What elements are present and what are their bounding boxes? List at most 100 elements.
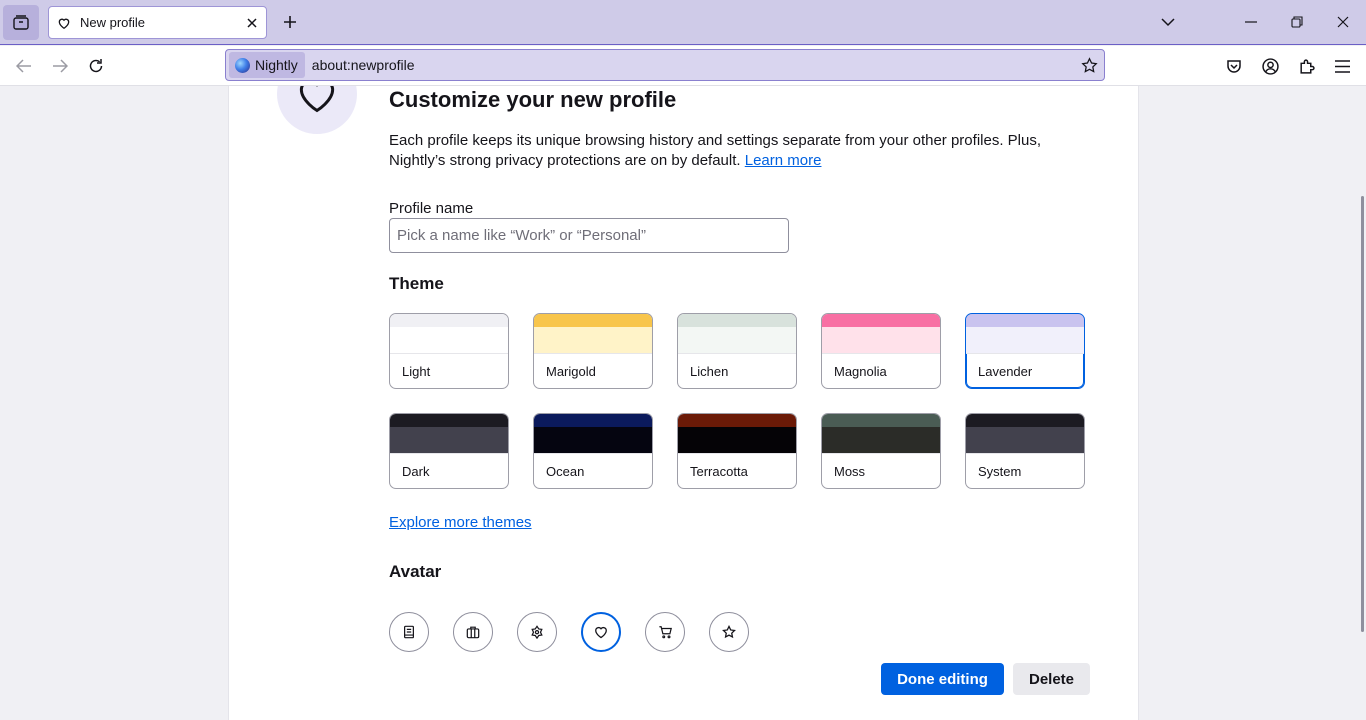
tab-title: New profile <box>80 15 146 30</box>
theme-option-lavender[interactable]: Lavender <box>965 313 1085 389</box>
page-title: Customize your new profile <box>389 87 677 112</box>
new-tab-button[interactable] <box>278 9 302 35</box>
theme-swatch-toolbar <box>678 314 796 327</box>
tab-strip: New profile <box>0 0 1366 45</box>
theme-swatch-toolbar <box>534 414 652 427</box>
theme-swatch-toolbar <box>966 414 1084 427</box>
account-icon <box>1261 57 1279 75</box>
theme-name: Magnolia <box>834 364 887 379</box>
minimize-icon <box>1245 21 1257 23</box>
star-icon <box>722 625 736 639</box>
theme-option-marigold[interactable]: Marigold <box>533 313 653 389</box>
theme-name: Lavender <box>978 364 1033 379</box>
theme-swatch-content <box>390 327 508 354</box>
theme-option-terracotta[interactable]: Terracotta <box>677 413 797 489</box>
theme-name: Marigold <box>546 364 596 379</box>
theme-option-system[interactable]: System <box>965 413 1085 489</box>
avatar-option-heart[interactable] <box>581 612 621 652</box>
theme-option-moss[interactable]: Moss <box>821 413 941 489</box>
identity-label: Nightly <box>255 57 298 73</box>
pocket-button[interactable] <box>1220 52 1248 80</box>
account-button[interactable] <box>1256 52 1284 80</box>
theme-swatch-toolbar <box>390 414 508 427</box>
theme-heading: Theme <box>389 274 444 293</box>
tab-close-button[interactable] <box>238 9 266 37</box>
profile-name-input[interactable] <box>389 218 789 253</box>
book-icon <box>402 625 416 639</box>
theme-name: System <box>978 464 1022 479</box>
puzzle-icon <box>1299 58 1315 74</box>
theme-name: Moss <box>834 464 866 479</box>
explore-themes-link[interactable]: Explore more themes <box>389 514 532 531</box>
theme-swatch-content <box>822 327 940 354</box>
avatar-option-briefcase[interactable] <box>453 612 493 652</box>
theme-swatch-toolbar <box>822 314 940 327</box>
url-bar[interactable]: Nightly about:newprofile <box>225 49 1105 81</box>
hamburger-icon <box>1334 59 1350 73</box>
learn-more-link[interactable]: Learn more <box>745 152 822 169</box>
scrollbar-thumb[interactable] <box>1361 196 1364 632</box>
theme-option-light[interactable]: Light <box>389 313 509 389</box>
theme-swatch-content <box>966 327 1084 354</box>
theme-swatch-content <box>534 427 652 454</box>
theme-swatch-toolbar <box>966 314 1084 327</box>
avatar-option-shopping-cart[interactable] <box>645 612 685 652</box>
theme-name: Ocean <box>546 464 585 479</box>
minimize-button[interactable] <box>1236 8 1266 36</box>
profile-editor-card: Customize your new profile Each profile … <box>228 86 1139 720</box>
briefcase-icon <box>466 625 480 639</box>
tab-new-profile[interactable]: New profile <box>48 6 267 39</box>
close-icon <box>247 17 257 28</box>
app-menu-button[interactable] <box>1328 52 1356 80</box>
page-content: Customize your new profile Each profile … <box>0 86 1366 720</box>
tab-overview-button[interactable] <box>3 5 39 40</box>
arrow-right-icon <box>53 59 68 73</box>
avatar-option-flower[interactable] <box>517 612 557 652</box>
forward-button[interactable] <box>46 52 74 80</box>
theme-option-ocean[interactable]: Ocean <box>533 413 653 489</box>
restore-button[interactable] <box>1282 8 1312 36</box>
avatar-option-book[interactable] <box>389 612 429 652</box>
theme-swatch-toolbar <box>822 414 940 427</box>
theme-swatch-content <box>534 327 652 354</box>
avatar-option-star[interactable] <box>709 612 749 652</box>
plus-icon <box>284 16 296 28</box>
theme-option-dark[interactable]: Dark <box>389 413 509 489</box>
restore-icon <box>1291 16 1303 28</box>
url-text[interactable]: about:newprofile <box>312 57 1074 73</box>
theme-swatch-content <box>822 427 940 454</box>
identity-box[interactable]: Nightly <box>229 52 305 78</box>
reload-icon <box>89 59 103 73</box>
theme-name: Lichen <box>690 364 729 379</box>
theme-swatch-toolbar <box>678 414 796 427</box>
theme-swatch-content <box>966 427 1084 454</box>
theme-swatch-content <box>678 327 796 354</box>
shopping-cart-icon <box>658 625 673 639</box>
pocket-icon <box>1227 60 1241 73</box>
tab-overview-icon <box>13 14 29 30</box>
delete-button[interactable]: Delete <box>1013 663 1090 695</box>
close-icon <box>1337 16 1349 28</box>
theme-name: Dark <box>402 464 430 479</box>
close-window-button[interactable] <box>1328 8 1358 36</box>
list-all-tabs-button[interactable] <box>1153 8 1183 36</box>
avatar-heading: Avatar <box>389 562 442 581</box>
chevron-down-icon <box>1161 17 1175 26</box>
bookmark-star-button[interactable] <box>1074 51 1104 79</box>
theme-option-magnolia[interactable]: Magnolia <box>821 313 941 389</box>
heart-icon <box>299 86 335 113</box>
theme-option-lichen[interactable]: Lichen <box>677 313 797 389</box>
extensions-button[interactable] <box>1292 52 1320 80</box>
page-description: Each profile keeps its unique browsing h… <box>389 131 1069 171</box>
profile-name-label: Profile name <box>389 200 474 217</box>
theme-swatch-toolbar <box>390 314 508 327</box>
reload-button[interactable] <box>82 52 110 80</box>
theme-swatch-toolbar <box>534 314 652 327</box>
theme-name: Terracotta <box>690 464 748 479</box>
heart-icon <box>594 625 608 639</box>
profile-avatar-preview <box>277 86 357 134</box>
navigation-toolbar: Nightly about:newprofile <box>0 46 1366 86</box>
done-editing-button[interactable]: Done editing <box>881 663 1004 695</box>
back-button[interactable] <box>10 52 38 80</box>
arrow-left-icon <box>16 59 31 73</box>
